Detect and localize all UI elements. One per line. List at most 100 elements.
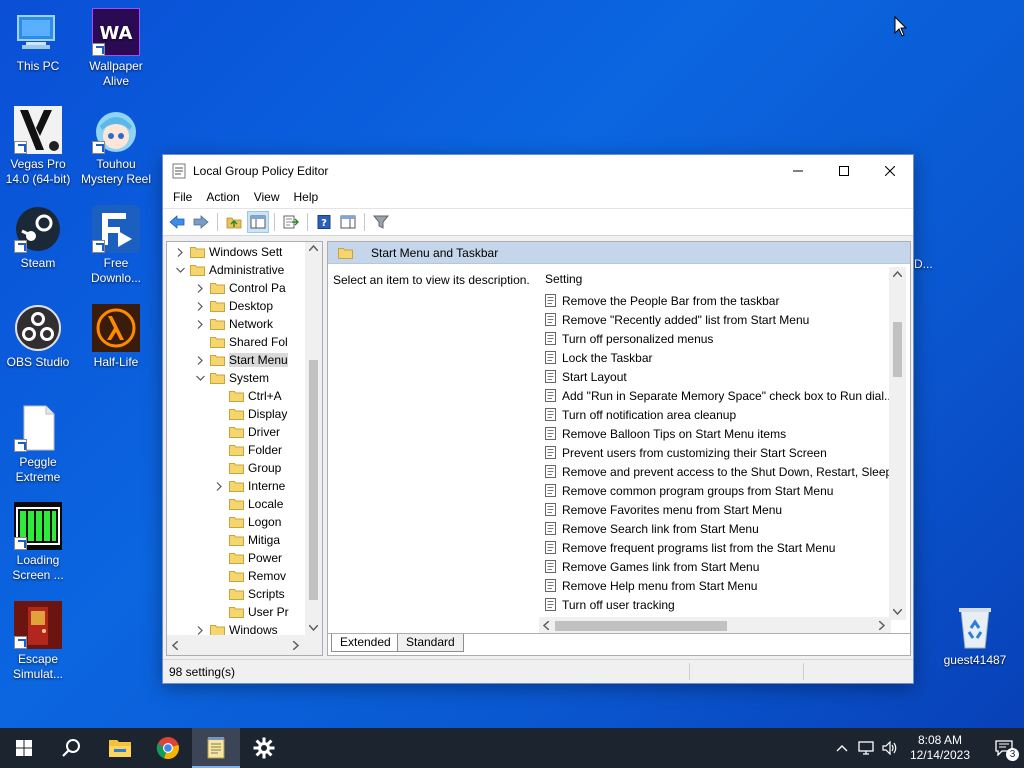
expand-arrow-icon[interactable]	[213, 480, 225, 492]
tree-item[interactable]: Remov	[213, 567, 286, 585]
desktop-icon-wallpaper-alive[interactable]: WA Wallpaper Alive	[78, 8, 154, 89]
list-scroll-thumb[interactable]	[893, 322, 902, 377]
up-one-level-button[interactable]	[223, 211, 245, 233]
action-center-button[interactable]: 3	[984, 728, 1024, 768]
clock[interactable]: 8:08 AM 12/14/2023	[910, 733, 970, 763]
desktop-icon-obs[interactable]: OBS Studio	[0, 304, 76, 370]
tree-item[interactable]: Start Menu	[194, 351, 288, 369]
tree-horizontal-scrollbar[interactable]	[167, 635, 322, 655]
search-button[interactable]	[48, 728, 96, 768]
tree-item[interactable]: Windows Sett	[174, 243, 282, 261]
desktop-icon-loading-screen[interactable]: Loading Screen ...	[0, 502, 76, 583]
console-tree[interactable]: Windows Sett Administrative Control Pa Desk…	[166, 241, 323, 656]
tree-item[interactable]: Power	[213, 549, 282, 567]
tree-item[interactable]: Ctrl+A	[213, 387, 282, 405]
chevron-up-icon[interactable]	[836, 744, 848, 752]
menu-view[interactable]: View	[247, 190, 287, 204]
export-list-button[interactable]	[280, 211, 302, 233]
tree-item[interactable]: Control Pa	[194, 279, 286, 297]
tree-item[interactable]: Interne	[213, 477, 285, 495]
desktop-icon-peggle[interactable]: Peggle Extreme	[0, 404, 76, 485]
expand-arrow-icon[interactable]	[194, 300, 206, 312]
desktop-icon-this-pc[interactable]: This PC	[0, 8, 76, 74]
filter-button[interactable]	[370, 211, 392, 233]
tree-item[interactable]: System	[194, 369, 269, 387]
taskbar-settings[interactable]	[240, 728, 288, 768]
setting-row[interactable]: Remove common program groups from Start …	[539, 481, 891, 500]
setting-row[interactable]: Remove "Recently added" list from Start …	[539, 310, 891, 329]
tab-extended[interactable]: Extended	[331, 634, 400, 652]
tree-item[interactable]: Mitiga	[213, 531, 280, 549]
scroll-left-icon[interactable]	[172, 641, 178, 650]
desktop-icon-vegas-pro[interactable]: Vegas Pro 14.0 (64-bit)	[0, 106, 76, 187]
expand-arrow-icon[interactable]	[194, 354, 206, 366]
tree-item[interactable]: Network	[194, 315, 273, 333]
tree-item[interactable]: Driver	[213, 423, 280, 441]
scroll-down-icon[interactable]	[893, 609, 902, 615]
setting-row[interactable]: Remove Favorites menu from Start Menu	[539, 500, 891, 519]
menu-file[interactable]: File	[166, 190, 199, 204]
taskbar-file-explorer[interactable]	[96, 728, 144, 768]
show-action-pane-button[interactable]	[337, 211, 359, 233]
minimize-button[interactable]	[775, 155, 821, 186]
setting-row[interactable]: Turn off notification area cleanup	[539, 405, 891, 424]
expand-arrow-icon[interactable]	[194, 318, 206, 330]
setting-row[interactable]: Turn off personalized menus	[539, 329, 891, 348]
setting-row[interactable]: Remove frequent programs list from the S…	[539, 538, 891, 557]
taskbar-chrome[interactable]	[144, 728, 192, 768]
back-button[interactable]	[166, 211, 188, 233]
tree-item[interactable]: Folder	[213, 441, 282, 459]
tree-scroll-thumb[interactable]	[309, 360, 318, 600]
scroll-up-icon[interactable]	[893, 271, 902, 277]
tab-standard[interactable]: Standard	[397, 634, 464, 652]
setting-row[interactable]: Remove and prevent access to the Shut Do…	[539, 462, 902, 481]
setting-row[interactable]: Remove Search link from Start Menu	[539, 519, 891, 538]
setting-row[interactable]: Prevent users from customizing their Sta…	[539, 443, 891, 462]
setting-row[interactable]: Turn off user tracking	[539, 595, 891, 614]
setting-row[interactable]: Remove Balloon Tips on Start Menu items	[539, 424, 891, 443]
menu-action[interactable]: Action	[199, 190, 246, 204]
maximize-button[interactable]	[821, 155, 867, 186]
desktop-icon-touhou[interactable]: Touhou Mystery Reel	[78, 106, 154, 187]
help-button[interactable]: ?	[313, 211, 335, 233]
tree-item[interactable]: Logon	[213, 513, 281, 531]
tree-item[interactable]: Administrative	[174, 261, 284, 279]
desktop-icon-half-life[interactable]: Half-Life	[78, 304, 154, 370]
collapse-arrow-icon[interactable]	[194, 372, 206, 384]
setting-row[interactable]: Lock the Taskbar	[539, 348, 891, 367]
tree-item[interactable]: Shared Fol	[194, 333, 288, 351]
tree-item[interactable]: Display	[213, 405, 287, 423]
setting-row[interactable]: Remove the People Bar from the taskbar	[539, 291, 891, 310]
scroll-right-icon[interactable]	[879, 621, 885, 630]
expand-arrow-icon[interactable]	[174, 246, 186, 258]
tree-vertical-scrollbar[interactable]	[305, 242, 322, 635]
desktop-icon-escape-simulator[interactable]: Escape Simulat...	[0, 601, 76, 682]
scroll-right-icon[interactable]	[293, 641, 299, 650]
start-button[interactable]	[0, 728, 48, 768]
list-vertical-scrollbar[interactable]	[889, 267, 906, 620]
volume-icon[interactable]	[882, 741, 898, 755]
menu-help[interactable]: Help	[287, 190, 326, 204]
tree-item[interactable]: User Pr	[213, 603, 289, 621]
desktop-icon-recycle-bin[interactable]: guest41487	[937, 602, 1013, 668]
setting-row[interactable]: Remove Help menu from Start Menu	[539, 576, 891, 595]
tree-item[interactable]: Locale	[213, 495, 283, 513]
desktop-icon-steam[interactable]: Steam	[0, 205, 76, 271]
setting-row[interactable]: Remove Games link from Start Menu	[539, 557, 891, 576]
collapse-arrow-icon[interactable]	[174, 264, 186, 276]
taskbar-group-policy-editor[interactable]	[192, 728, 240, 768]
desktop-icon-free-download[interactable]: Free Downlo...	[78, 205, 154, 286]
setting-row[interactable]: Add "Run in Separate Memory Space" check…	[539, 386, 894, 405]
scroll-down-icon[interactable]	[309, 625, 318, 631]
forward-button[interactable]	[190, 211, 212, 233]
setting-row[interactable]: Start Layout	[539, 367, 891, 386]
tree-item[interactable]: Scripts	[213, 585, 285, 603]
expand-arrow-icon[interactable]	[194, 282, 206, 294]
tree-item[interactable]: Group	[213, 459, 281, 477]
title-bar[interactable]: Local Group Policy Editor	[163, 155, 913, 186]
list-horizontal-thumb[interactable]	[555, 621, 727, 631]
column-header-setting[interactable]: Setting	[539, 267, 891, 291]
network-icon[interactable]	[858, 741, 874, 755]
scroll-left-icon[interactable]	[543, 621, 549, 630]
show-hide-console-tree-button[interactable]	[247, 211, 269, 233]
